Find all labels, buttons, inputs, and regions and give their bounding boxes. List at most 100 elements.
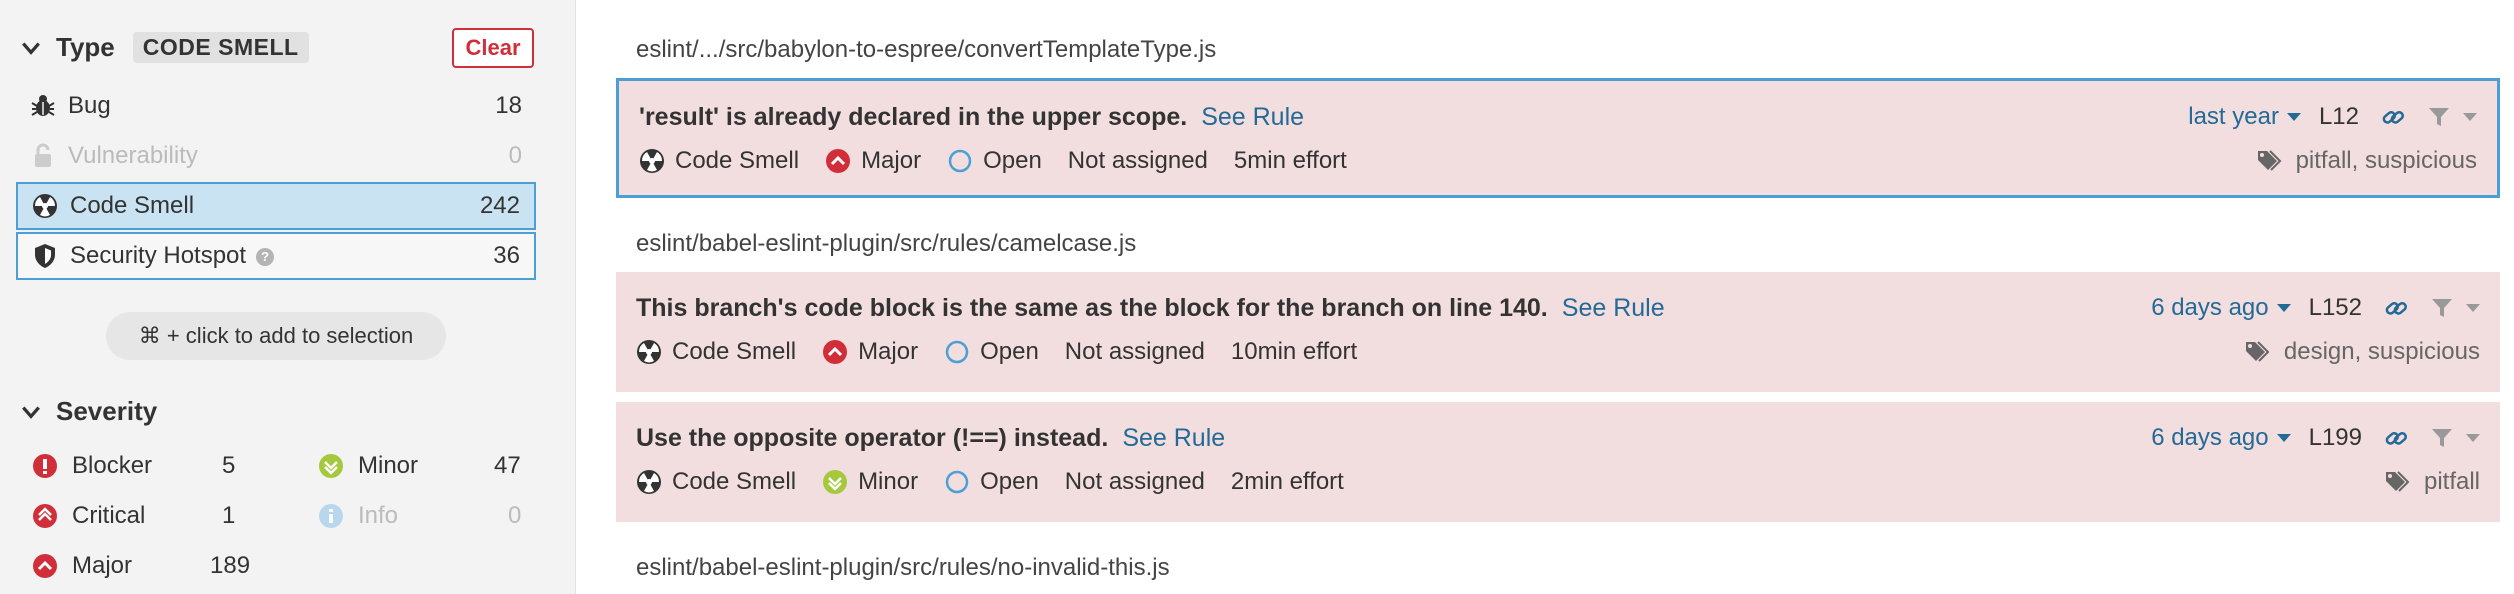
issue-tags[interactable]: design, suspicious bbox=[2244, 338, 2480, 366]
caret-down-icon bbox=[2276, 434, 2291, 442]
type-item-label: Vulnerability bbox=[68, 142, 198, 169]
issue-line: L199 bbox=[2308, 424, 2362, 451]
code-smell-icon bbox=[640, 149, 664, 173]
issue-tags-text: pitfall, suspicious bbox=[2295, 147, 2477, 174]
severity-label: Major bbox=[72, 552, 133, 579]
issue-meta: Code Smell Major Open Not assigned 5min … bbox=[639, 147, 1347, 175]
filter-icon[interactable] bbox=[2427, 103, 2455, 131]
severity-count: 189 bbox=[210, 552, 251, 579]
code-smell-icon bbox=[637, 340, 661, 364]
severity-item-major[interactable]: Major 189 bbox=[32, 546, 250, 586]
critical-icon bbox=[33, 504, 57, 528]
minor-icon bbox=[823, 470, 848, 494]
permalink-icon[interactable] bbox=[2382, 424, 2410, 452]
filter-icon[interactable] bbox=[2430, 424, 2458, 452]
major-icon bbox=[826, 149, 851, 173]
clear-type-button[interactable]: Clear bbox=[452, 28, 534, 68]
help-icon[interactable]: ? bbox=[256, 247, 275, 266]
severity-count: 0 bbox=[508, 502, 522, 529]
issue-date[interactable]: 6 days ago bbox=[2151, 424, 2268, 452]
issue-message-line: 'result' is already declared in the uppe… bbox=[639, 103, 1304, 132]
type-item-label-wrap: Security Hotspot? bbox=[70, 242, 493, 270]
issue-assignee[interactable]: Not assigned bbox=[1065, 468, 1205, 496]
issue-line: L152 bbox=[2308, 294, 2362, 321]
chevron-down-icon bbox=[22, 42, 40, 55]
see-rule-link[interactable]: See Rule bbox=[1201, 103, 1304, 131]
issue-message[interactable]: Use the opposite operator (!==) instead. bbox=[636, 424, 1108, 452]
issue-actions: 6 days ago L199 bbox=[2151, 424, 2480, 452]
issue-effort: 5min effort bbox=[1233, 147, 1347, 174]
caret-down-icon bbox=[2276, 304, 2291, 312]
severity-count: 5 bbox=[222, 452, 236, 479]
component-path[interactable]: eslint/babel-eslint-plugin/src/rules/no-… bbox=[636, 554, 1170, 582]
filter-icon[interactable] bbox=[2430, 294, 2458, 322]
type-item-count: 0 bbox=[508, 142, 522, 169]
lock-icon bbox=[35, 143, 51, 167]
issue-date[interactable]: 6 days ago bbox=[2151, 294, 2268, 322]
issue-assignee[interactable]: Not assigned bbox=[1068, 147, 1208, 175]
type-item-bug[interactable]: Bug 18 bbox=[16, 82, 536, 130]
severity-item-blocker[interactable]: Blocker 5 bbox=[32, 446, 242, 486]
issue-message-line: Use the opposite operator (!==) instead.… bbox=[636, 424, 1225, 453]
issue-row[interactable]: Use the opposite operator (!==) instead.… bbox=[616, 402, 2500, 522]
issue-message[interactable]: This branch's code block is the same as … bbox=[636, 294, 1548, 322]
type-filter-badge: CODE SMELL bbox=[132, 32, 309, 63]
issue-severity[interactable]: Major bbox=[858, 338, 918, 366]
blocker-icon bbox=[33, 454, 57, 478]
severity-facet-header[interactable]: Severity bbox=[20, 396, 157, 427]
issue-severity[interactable]: Major bbox=[861, 147, 921, 175]
issue-row[interactable]: 'result' is already declared in the uppe… bbox=[616, 78, 2500, 198]
type-item-security-hotspot[interactable]: Security Hotspot? 36 bbox=[16, 232, 536, 280]
issue-assignee[interactable]: Not assigned bbox=[1065, 338, 1205, 366]
issue-line: L12 bbox=[2318, 103, 2359, 130]
permalink-icon[interactable] bbox=[2382, 294, 2410, 322]
open-status-icon bbox=[948, 149, 972, 173]
severity-label: Critical bbox=[72, 502, 146, 529]
type-facet-header[interactable]: Type CODE SMELL bbox=[20, 32, 309, 63]
issue-effort: 10min effort bbox=[1230, 338, 1358, 365]
shield-icon bbox=[35, 244, 55, 268]
issue-type[interactable]: Code Smell bbox=[675, 147, 799, 175]
issue-status[interactable]: Open bbox=[983, 147, 1042, 175]
issue-status[interactable]: Open bbox=[980, 468, 1039, 496]
type-item-count: 242 bbox=[479, 192, 520, 219]
issue-tags[interactable]: pitfall bbox=[2384, 468, 2480, 496]
tags-icon bbox=[2245, 341, 2270, 362]
issue-severity[interactable]: Minor bbox=[858, 468, 918, 496]
severity-label: Blocker bbox=[72, 452, 153, 479]
issue-type[interactable]: Code Smell bbox=[672, 338, 796, 366]
issue-tags-text: design, suspicious bbox=[2283, 338, 2480, 365]
chevron-down-icon bbox=[22, 406, 40, 419]
see-rule-link[interactable]: See Rule bbox=[1122, 424, 1225, 452]
type-item-vulnerability[interactable]: Vulnerability 0 bbox=[16, 132, 536, 180]
permalink-icon[interactable] bbox=[2379, 103, 2407, 131]
issue-actions: 6 days ago L152 bbox=[2151, 294, 2480, 322]
caret-down-icon bbox=[2286, 113, 2301, 121]
issue-type[interactable]: Code Smell bbox=[672, 468, 796, 496]
type-item-code-smell[interactable]: Code Smell 242 bbox=[16, 182, 536, 230]
severity-item-info[interactable]: Info 0 bbox=[318, 496, 524, 536]
issue-row[interactable]: This branch's code block is the same as … bbox=[616, 272, 2500, 392]
component-path[interactable]: eslint/.../src/babylon-to-espree/convert… bbox=[636, 36, 1216, 64]
issue-status[interactable]: Open bbox=[980, 338, 1039, 366]
issue-message[interactable]: 'result' is already declared in the uppe… bbox=[639, 103, 1187, 131]
severity-count: 47 bbox=[494, 452, 521, 479]
caret-down-icon bbox=[2466, 434, 2480, 442]
issue-tags[interactable]: pitfall, suspicious bbox=[2256, 147, 2477, 175]
component-path[interactable]: eslint/babel-eslint-plugin/src/rules/cam… bbox=[636, 230, 1136, 258]
bug-icon bbox=[31, 95, 55, 116]
severity-item-minor[interactable]: Minor 47 bbox=[318, 446, 524, 486]
issue-date[interactable]: last year bbox=[2188, 103, 2279, 131]
see-rule-link[interactable]: See Rule bbox=[1562, 294, 1665, 322]
issue-meta: Code Smell Minor Open Not assigned 2min … bbox=[636, 468, 1344, 496]
severity-label: Info bbox=[358, 502, 399, 529]
multi-select-hint: ⌘ + click to add to selection bbox=[106, 312, 446, 360]
type-item-count: 18 bbox=[495, 92, 522, 119]
issue-meta: Code Smell Major Open Not assigned 10min… bbox=[636, 338, 1357, 366]
severity-label: Minor bbox=[358, 452, 419, 479]
type-item-label: Bug bbox=[68, 92, 111, 119]
severity-item-critical[interactable]: Critical 1 bbox=[32, 496, 242, 536]
type-item-label: Security Hotspot bbox=[70, 242, 247, 269]
tags-icon bbox=[2385, 471, 2410, 492]
issue-tags-text: pitfall bbox=[2423, 468, 2480, 495]
